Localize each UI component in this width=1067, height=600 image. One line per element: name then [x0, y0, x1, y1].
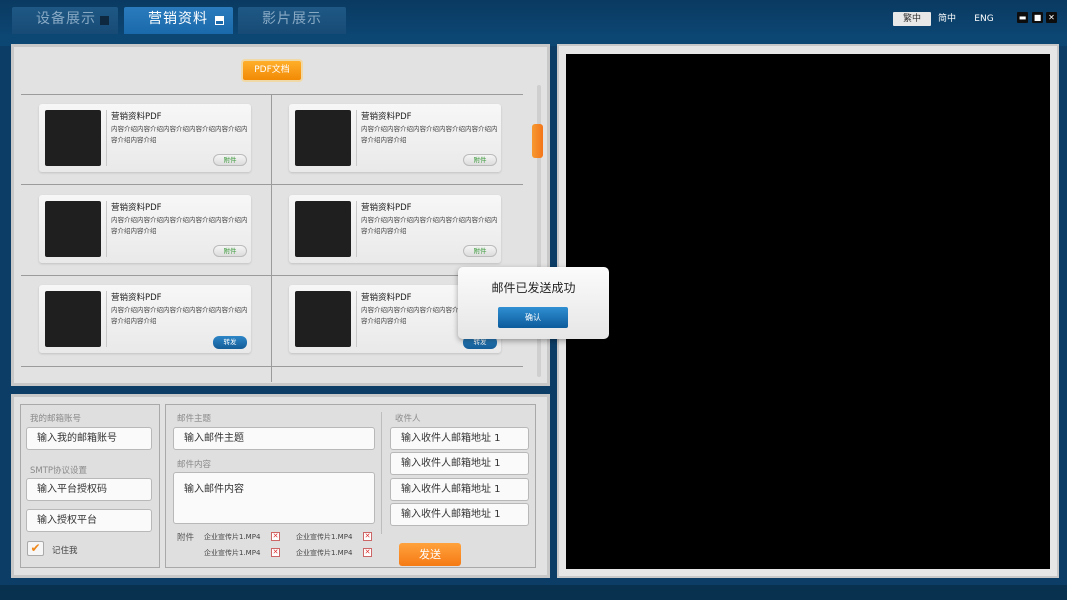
card-title: 营销资料PDF [111, 112, 162, 122]
divider [21, 275, 523, 276]
email-account-input[interactable]: 输入我的邮箱账号 [26, 427, 152, 450]
tab-square-icon [215, 16, 224, 25]
email-account-label: 我的邮箱账号 [30, 414, 82, 424]
tab-device-display[interactable]: 设备展示 [12, 7, 118, 34]
tab-video-display[interactable]: 影片展示 [238, 7, 346, 34]
recipient-input[interactable]: 输入收件人邮箱地址 1 [390, 503, 529, 526]
tab-label: 影片展示 [262, 11, 322, 27]
card-description: 内容介绍内容介绍内容介绍内容介绍内容介绍内容介绍内容介绍 [361, 125, 498, 144]
card-description: 内容介绍内容介绍内容介绍内容介绍内容介绍内容介绍内容介绍 [111, 306, 248, 325]
lang-traditional[interactable]: 繁中 [893, 12, 931, 26]
remove-attachment-icon[interactable]: ✕ [363, 532, 372, 541]
card-description: 内容介绍内容介绍内容介绍内容介绍内容介绍内容介绍内容介绍 [111, 216, 248, 235]
pdf-thumbnail [295, 291, 351, 347]
card-divider [356, 201, 357, 257]
pdf-card[interactable]: 营销资料PDF 内容介绍内容介绍内容介绍内容介绍内容介绍内容介绍内容介绍 附件 [39, 195, 251, 263]
card-divider [356, 291, 357, 347]
attachment-label: 附件 [177, 533, 195, 543]
auth-platform-input[interactable]: 输入授权平台 [26, 509, 152, 532]
pdf-card[interactable]: 营销资料PDF 内容介绍内容介绍内容介绍内容介绍内容介绍内容介绍内容介绍 附件 [289, 104, 501, 172]
subject-label: 邮件主题 [177, 414, 212, 424]
pdf-thumbnail [45, 201, 101, 257]
remember-label: 记住我 [52, 546, 78, 556]
divider [21, 366, 523, 367]
content-label: 邮件内容 [177, 460, 212, 470]
attachment-file: 企业宣传片1.MP4 [296, 533, 353, 541]
forward-button[interactable]: 转发 [213, 336, 247, 349]
attachment-file: 企业宣传片1.MP4 [204, 549, 261, 557]
pdf-thumbnail [295, 110, 351, 166]
card-title: 营销资料PDF [361, 203, 412, 213]
content-textarea[interactable]: 输入邮件内容 [173, 472, 375, 524]
auth-code-input[interactable]: 输入平台授权码 [26, 478, 152, 501]
recipient-label: 收件人 [395, 414, 421, 424]
lang-english[interactable]: ENG [970, 12, 998, 26]
card-description: 内容介绍内容介绍内容介绍内容介绍内容介绍内容介绍内容介绍 [111, 125, 248, 144]
recipient-input[interactable]: 输入收件人邮箱地址 1 [390, 427, 529, 450]
pdf-thumbnail [45, 291, 101, 347]
minimize-icon[interactable]: ▬ [1017, 12, 1028, 23]
pdf-docs-button[interactable]: PDF文档 [243, 61, 301, 80]
remove-attachment-icon[interactable]: ✕ [363, 548, 372, 557]
card-divider [106, 291, 107, 347]
maximize-icon[interactable]: ■ [1032, 12, 1043, 23]
pdf-card[interactable]: 营销资料PDF 内容介绍内容介绍内容介绍内容介绍内容介绍内容介绍内容介绍 转发 [39, 285, 251, 353]
pdf-thumbnail [45, 110, 101, 166]
divider [271, 94, 272, 382]
close-icon[interactable]: ✕ [1046, 12, 1057, 23]
pdf-card[interactable]: 营销资料PDF 内容介绍内容介绍内容介绍内容介绍内容介绍内容介绍内容介绍 附件 [289, 195, 501, 263]
card-description: 内容介绍内容介绍内容介绍内容介绍内容介绍内容介绍内容介绍 [361, 216, 498, 235]
attachment-file: 企业宣传片1.MP4 [204, 533, 261, 541]
recipient-input[interactable]: 输入收件人邮箱地址 1 [390, 452, 529, 475]
video-player[interactable] [566, 54, 1050, 569]
attachment-file: 企业宣传片1.MP4 [296, 549, 353, 557]
attachment-button[interactable]: 附件 [213, 154, 247, 166]
pdf-thumbnail [295, 201, 351, 257]
remember-checkbox[interactable]: ✔ [27, 541, 44, 556]
send-button[interactable]: 发送 [399, 543, 461, 566]
card-divider [106, 110, 107, 166]
divider [381, 412, 382, 534]
card-title: 营销资料PDF [361, 112, 412, 122]
tab-square-icon [100, 16, 109, 25]
tab-marketing-materials[interactable]: 营销资料 [124, 7, 233, 34]
remove-attachment-icon[interactable]: ✕ [271, 548, 280, 557]
attachment-button[interactable]: 附件 [463, 154, 497, 166]
card-divider [106, 201, 107, 257]
pdf-card[interactable]: 营销资料PDF 内容介绍内容介绍内容介绍内容介绍内容介绍内容介绍内容介绍 附件 [39, 104, 251, 172]
success-dialog: 邮件已发送成功 确认 [458, 267, 609, 339]
confirm-button[interactable]: 确认 [498, 307, 568, 328]
remove-attachment-icon[interactable]: ✕ [271, 532, 280, 541]
dialog-message: 邮件已发送成功 [491, 281, 576, 295]
divider [21, 184, 523, 185]
tab-label: 设备展示 [36, 11, 96, 27]
attachment-button[interactable]: 附件 [463, 245, 497, 257]
card-title: 营销资料PDF [111, 293, 162, 303]
card-title: 营销资料PDF [111, 203, 162, 213]
subject-input[interactable]: 输入邮件主题 [173, 427, 375, 450]
card-title: 营销资料PDF [361, 293, 412, 303]
card-divider [356, 110, 357, 166]
bottom-strip [0, 585, 1067, 600]
smtp-label: SMTP协议设置 [30, 466, 88, 476]
tab-label: 营销资料 [148, 11, 208, 27]
lang-simplified[interactable]: 简中 [935, 12, 959, 26]
recipient-input[interactable]: 输入收件人邮箱地址 1 [390, 478, 529, 501]
scrollbar-thumb[interactable] [532, 124, 543, 158]
attachment-button[interactable]: 附件 [213, 245, 247, 257]
divider [21, 94, 523, 95]
